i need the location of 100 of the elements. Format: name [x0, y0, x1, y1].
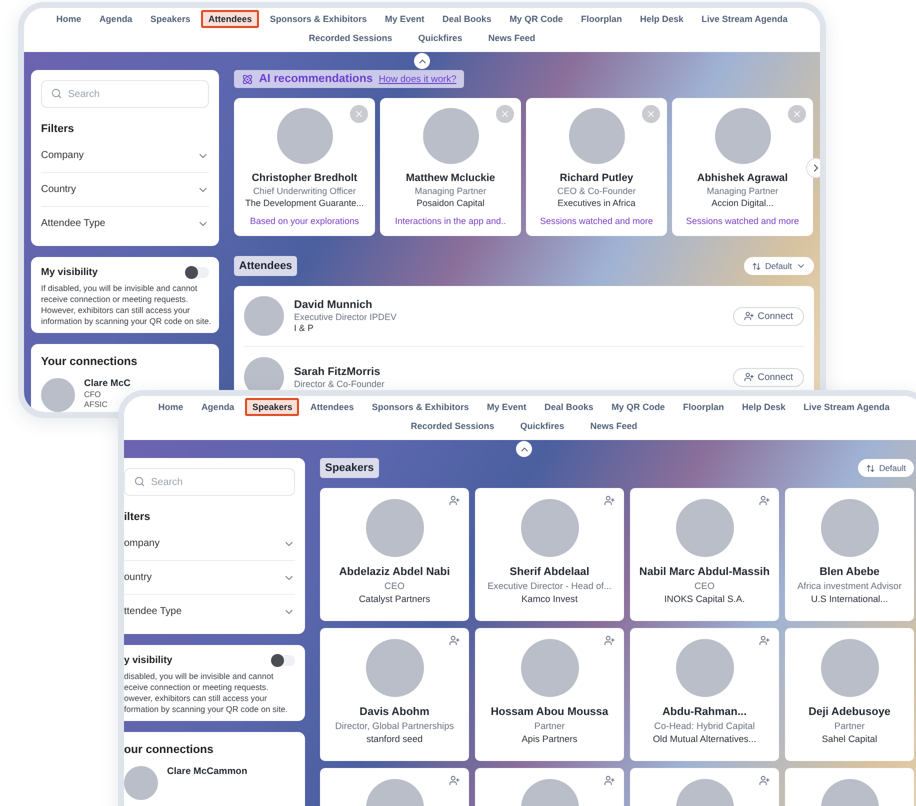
add-person-icon[interactable] — [604, 775, 615, 786]
add-person-icon[interactable] — [449, 495, 460, 506]
speaker-company: U.S International... — [811, 594, 888, 604]
filter-dropdown[interactable]: ompany — [124, 527, 295, 561]
connections-title: Your connections — [41, 356, 138, 368]
person-name: Richard Putley — [560, 172, 634, 184]
person-company: Posaidon Capital — [416, 198, 485, 208]
speaker-company: Catalyst Partners — [358, 594, 430, 604]
speaker-card[interactable]: Sherif Abdelaal Executive Director - Head of... Kamco Invest — [475, 488, 624, 621]
nav-tab[interactable]: Deal Books — [537, 398, 600, 416]
nav-tab[interactable]: Sponsors & Exhibitors — [262, 10, 374, 28]
nav-tab[interactable]: Live Stream Agenda — [694, 10, 795, 28]
nav-tab[interactable]: Floorplan — [574, 10, 629, 28]
add-person-icon[interactable] — [759, 775, 770, 786]
add-person-icon[interactable] — [759, 635, 770, 646]
recommendation-card[interactable]: Matthew Mcluckie Managing Partner Posaidon Capital Interactions in the app and.. — [380, 98, 521, 236]
filter-dropdown[interactable]: Country — [41, 173, 209, 207]
collapse-button[interactable] — [414, 53, 430, 69]
attendees-heading: Attendees — [234, 256, 298, 276]
visibility-title: My visibility — [41, 267, 98, 278]
close-icon — [354, 109, 364, 119]
nav-tab[interactable]: News Feed — [481, 29, 542, 47]
speaker-name: Deji Adebusoye — [808, 706, 891, 718]
nav-tab[interactable]: Attendees — [303, 398, 361, 416]
recommendation-card[interactable]: Christopher Bredholt Chief Underwriting Officer The Development Guarante... Based on your explorations — [234, 98, 375, 236]
nav-tab[interactable]: Agenda — [194, 398, 242, 416]
filters-title: ilters — [124, 511, 152, 523]
search-icon — [51, 88, 62, 99]
recommendation-card[interactable]: Abhishek Agrawal Managing Partner Accion Digital... Sessions watched and more — [672, 98, 813, 236]
nav-tab[interactable]: Quickfires — [513, 417, 572, 435]
nav-tab[interactable]: Speakers — [245, 398, 300, 416]
speaker-card[interactable]: Abdelaziz Abdel Nabi CEO Catalyst Partners — [320, 488, 469, 621]
speaker-name: Nabil Marc Abdul-Massih — [639, 566, 770, 578]
nav-tab[interactable]: My Event — [480, 398, 534, 416]
speaker-card[interactable]: Davis Abohm Director, Global Partnerships stanford seed — [320, 628, 469, 761]
filter-dropdown[interactable]: ountry — [124, 561, 295, 595]
speaker-company: Kamco Invest — [521, 594, 578, 604]
person-role: Managing Partner — [706, 186, 778, 196]
recommendation-card[interactable]: Richard Putley CEO & Co-Founder Executives in Africa Sessions watched and more — [526, 98, 667, 236]
nav-tab[interactable]: Recorded Sessions — [404, 417, 502, 435]
visibility-description: disabled, you will be invisible and cannot eceive connection or meeting requests. owever, exhibitors can still access your formation by scanning your QR code on site. — [124, 671, 289, 715]
speaker-card[interactable]: Blen Abebe Africa investment Advisor U.S International... — [785, 488, 914, 621]
nav-tab[interactable]: Help Desk — [734, 398, 792, 416]
nav-tab[interactable]: Floorplan — [676, 398, 731, 416]
add-person-icon[interactable] — [449, 775, 460, 786]
nav-tab[interactable]: News Feed — [583, 417, 644, 435]
nav-tab[interactable]: Home — [151, 398, 190, 416]
nav-tab[interactable]: Speakers — [143, 10, 198, 28]
speakers-heading: Speakers — [320, 458, 379, 478]
how-it-works-link[interactable]: How does it work? — [378, 74, 456, 84]
attendee-role: Director & Co-Founder — [294, 378, 386, 388]
speaker-card[interactable]: Abdu-Rahman... Co-Head: Hybrid Capital Old Mutual Alternatives... — [630, 628, 779, 761]
add-person-icon[interactable] — [604, 495, 615, 506]
atom-icon — [242, 74, 253, 84]
person-company: Accion Digital... — [711, 198, 774, 208]
close-icon — [646, 109, 656, 119]
connect-button[interactable]: Connect — [732, 306, 804, 326]
filter-dropdown[interactable]: Company — [41, 139, 209, 173]
speaker-role: CEO — [694, 581, 715, 591]
filter-dropdown[interactable]: Attendee Type — [41, 207, 209, 240]
nav-tab[interactable]: Sponsors & Exhibitors — [364, 398, 476, 416]
speaker-company: Sahel Capital — [822, 734, 878, 744]
speaker-card[interactable]: Deji Adebusoye Partner Sahel Capital — [785, 628, 914, 761]
speaker-card[interactable]: Nabil Marc Abdul-Massih CEO INOKS Capital S.A. — [630, 488, 779, 621]
speaker-company: Apis Partners — [522, 734, 578, 744]
nav-tab[interactable]: Home — [49, 10, 88, 28]
speaker-company: Old Mutual Alternatives... — [652, 734, 756, 744]
filter-dropdown[interactable]: ttendee Type — [124, 595, 295, 628]
nav-tab[interactable]: Live Stream Agenda — [796, 398, 897, 416]
add-person-icon[interactable] — [604, 635, 615, 646]
nav-tab[interactable]: Quickfires — [411, 29, 470, 47]
nav-tab[interactable]: Attendees — [201, 10, 259, 28]
add-person-icon[interactable] — [449, 635, 460, 646]
avatar — [41, 378, 75, 412]
visibility-toggle[interactable] — [185, 267, 209, 278]
person-role: Chief Underwriting Officer — [253, 186, 356, 196]
sort-button[interactable]: Default — [858, 459, 914, 477]
collapse-button[interactable] — [516, 441, 532, 457]
nav-tab[interactable]: Help Desk — [632, 10, 690, 28]
sort-icon — [866, 464, 876, 472]
connect-button[interactable]: Connect — [732, 368, 804, 386]
close-icon — [792, 109, 802, 119]
nav-tab[interactable]: Agenda — [92, 10, 140, 28]
speaker-role: Partner — [834, 721, 865, 731]
search-field[interactable]: Search — [41, 80, 209, 108]
speaker-name: Blen Abebe — [819, 566, 880, 578]
visibility-description: If disabled, you will be invisible and cannot receive connection or meeting requests. However, exhibitors can still access your information by scanning your QR code on site. — [41, 283, 209, 327]
search-field[interactable]: Search — [124, 468, 295, 496]
add-person-icon[interactable] — [759, 495, 770, 506]
attendee-company: I & P — [294, 323, 315, 333]
sort-button[interactable]: Default — [744, 257, 814, 275]
filters-title: Filters — [41, 123, 76, 135]
person-role: CEO & Co-Founder — [557, 186, 636, 196]
visibility-toggle[interactable] — [271, 655, 295, 666]
nav-tab[interactable]: My Event — [378, 10, 432, 28]
nav-tab[interactable]: Deal Books — [435, 10, 498, 28]
nav-tab[interactable]: My QR Code — [604, 398, 672, 416]
nav-tab[interactable]: Recorded Sessions — [302, 29, 400, 47]
nav-tab[interactable]: My QR Code — [502, 10, 570, 28]
speaker-card[interactable]: Hossam Abou Moussa Partner Apis Partners — [475, 628, 624, 761]
